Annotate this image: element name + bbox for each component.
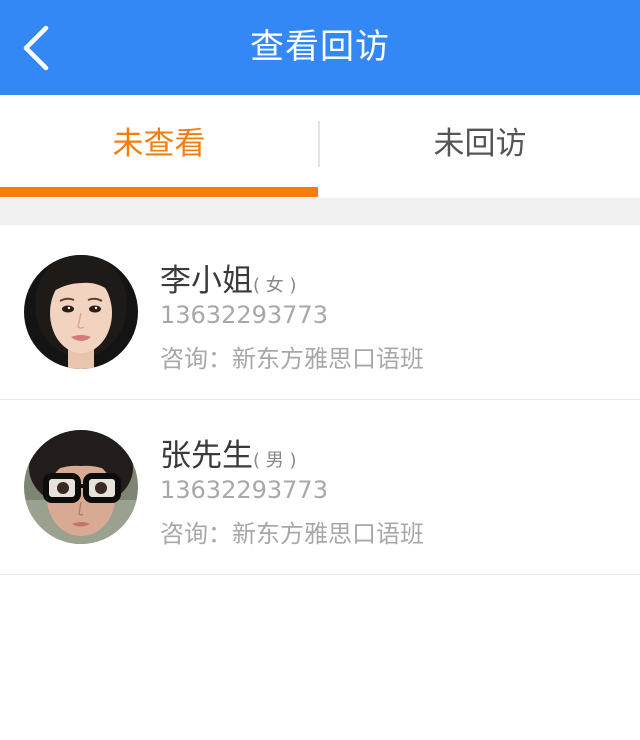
- tab-unviewed-label: 未查看: [112, 126, 206, 162]
- list-item[interactable]: 李小姐( 女 ) 13632293773 咨询：新东方雅思口语班: [0, 225, 640, 400]
- avatar: [24, 255, 138, 369]
- woman-portrait-avatar-icon: [24, 255, 138, 369]
- contact-name: 张先生: [160, 438, 253, 474]
- contact-name-line: 李小姐( 女 ): [160, 255, 297, 299]
- contact-list: 李小姐( 女 ) 13632293773 咨询：新东方雅思口语班 张先生(男 …: [0, 225, 640, 575]
- contact-gender: ( 女 ): [253, 275, 297, 296]
- glasses-portrait-avatar-icon: [24, 430, 138, 544]
- tab-not-revisited[interactable]: 未回访: [320, 95, 640, 198]
- tab-not-revisited-label: 未回访: [433, 126, 527, 162]
- list-item[interactable]: 张先生( 男 ) 13632293773 咨询：新东方雅思口语班: [0, 400, 640, 575]
- contact-phone: 13632293773: [160, 301, 328, 329]
- section-gap: [0, 198, 640, 225]
- contact-name-line: 张先生( 男 ): [160, 430, 297, 474]
- tab-bar: 未查看 未回访: [0, 95, 640, 198]
- active-tab-indicator: [0, 187, 318, 197]
- contact-consult: 咨询：新东方雅思口语班: [160, 520, 424, 548]
- tab-unviewed[interactable]: 未查看: [0, 95, 318, 198]
- header-bar: 查看回访: [0, 0, 640, 95]
- contact-gender: ( 男 ): [253, 450, 297, 471]
- page-title: 查看回访: [250, 27, 390, 67]
- contact-phone: 13632293773: [160, 476, 328, 504]
- contact-name: 李小姐: [160, 263, 253, 299]
- avatar: [24, 430, 138, 544]
- contact-consult: 咨询：新东方雅思口语班: [160, 345, 424, 373]
